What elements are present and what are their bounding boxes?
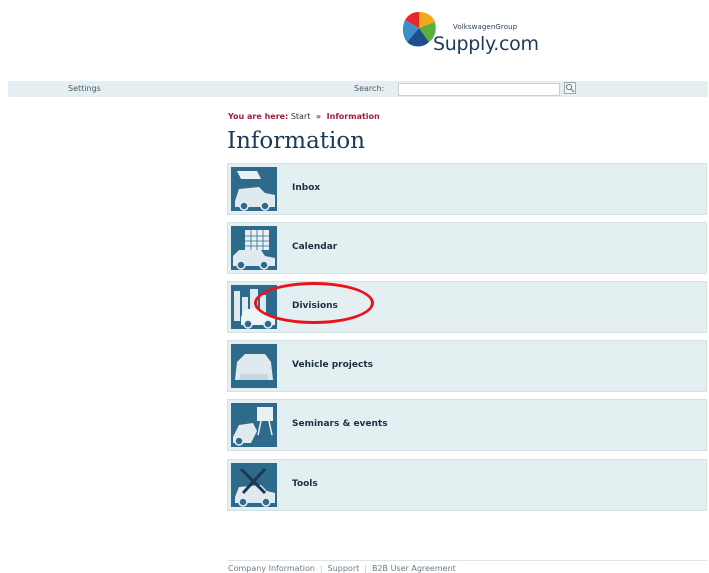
inbox-icon xyxy=(231,167,277,211)
logo-site-name: Supply.com xyxy=(433,33,539,55)
menu-item-vehicle-projects[interactable]: Vehicle projects xyxy=(227,340,707,392)
seminars-icon xyxy=(231,403,277,447)
highlight-circle xyxy=(254,282,374,324)
search-button[interactable] xyxy=(564,82,576,94)
menu-item-label: Inbox xyxy=(292,183,321,193)
breadcrumb-prefix: You are here: xyxy=(228,112,289,121)
top-bar: Settings Search: xyxy=(8,81,708,97)
breadcrumb: You are here: Start » Information xyxy=(228,112,380,121)
menu-item-seminars-events[interactable]: Seminars & events xyxy=(227,399,707,451)
breadcrumb-start-link[interactable]: Start xyxy=(291,112,311,121)
calendar-icon xyxy=(231,226,277,270)
menu-item-label: Calendar xyxy=(292,242,338,252)
menu-item-label: Seminars & events xyxy=(292,419,388,429)
menu-item-calendar[interactable]: Calendar xyxy=(227,222,707,274)
logo-mark-icon xyxy=(402,12,436,47)
vw-group-supply-logo[interactable]: VolkswagenGroup Supply.com xyxy=(401,10,541,60)
vehicle-projects-icon xyxy=(231,344,277,388)
breadcrumb-separator: » xyxy=(315,112,322,121)
breadcrumb-current: Information xyxy=(326,112,380,121)
footer: Company Information | Support | B2B User Agr… xyxy=(228,560,708,573)
search-input[interactable] xyxy=(398,83,560,96)
menu-item-tools[interactable]: Tools xyxy=(227,459,707,511)
settings-link[interactable]: Settings xyxy=(68,84,101,93)
menu-item-label: Vehicle projects xyxy=(292,360,373,370)
search-label: Search: xyxy=(354,84,385,93)
menu-item-inbox[interactable]: Inbox xyxy=(227,163,707,215)
magnifier-icon xyxy=(565,83,575,93)
menu-item-label: Tools xyxy=(292,479,318,489)
page-title: Information xyxy=(227,128,366,154)
tools-icon xyxy=(231,463,277,507)
logo-group-name: VolkswagenGroup xyxy=(453,23,518,31)
